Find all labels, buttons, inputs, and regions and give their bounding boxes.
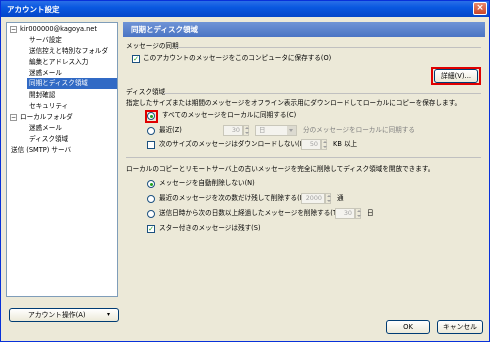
size-limit-label: 次のサイズのメッセージはダウンロードしない(M): — [159, 140, 311, 148]
delete-older-spinner-icon[interactable] — [355, 208, 361, 219]
tree-security[interactable]: セキュリティ — [29, 101, 68, 112]
tree-sync-disk[interactable]: 同期とディスク領域 — [27, 78, 117, 89]
cleanup-description: ローカルのコピーとリモートサーバ上の古いメッセージを完全に削除してディスク領域を… — [126, 165, 435, 173]
account-actions-button[interactable]: アカウント操作(A) ▾ — [9, 308, 119, 322]
tree-smtp[interactable]: 送信 (SMTP) サーバ — [11, 145, 71, 156]
account-actions-label: アカウント操作(A) — [28, 311, 86, 319]
tree-local-junk[interactable]: 迷惑メール — [29, 123, 62, 134]
sync-recent-suffix: 分のメッセージをローカルに同期する — [303, 126, 415, 134]
sync-all-label: すべてのメッセージをローカルに同期する(C) — [162, 111, 297, 119]
tree-copies-folders[interactable]: 送信控えと特別なフォルダ — [29, 46, 108, 57]
divider — [163, 93, 481, 94]
chevron-down-icon — [287, 126, 296, 135]
title-bar[interactable]: アカウント設定 × — [1, 1, 489, 17]
dont-delete-label: メッセージを自動削除しない(N) — [159, 179, 255, 187]
divider — [175, 47, 481, 48]
dont-delete-radio[interactable] — [147, 180, 155, 188]
keep-local-checkbox[interactable]: ✓ — [132, 55, 140, 63]
tree-local-disk[interactable]: ディスク領域 — [29, 134, 68, 145]
tree-account[interactable]: kir000000@kagoya.net — [20, 24, 97, 35]
details-button[interactable]: 詳細(V)... — [434, 69, 478, 83]
local-folders-collapse-icon[interactable]: − — [10, 114, 17, 121]
keep-starred-checkbox[interactable]: ✓ — [147, 225, 155, 233]
recent-unit-select[interactable]: 日 — [255, 125, 297, 136]
delete-older-label: 送信日時から次の日数以上経過したメッセージを削除する(T) — [159, 209, 340, 217]
delete-older-unit: 日 — [367, 209, 374, 217]
size-limit-checkbox[interactable] — [147, 141, 155, 149]
keep-local-label: このアカウントのメッセージをこのコンピュータに保存する(O) — [143, 54, 332, 62]
settings-pane: 同期とディスク領域 メッセージの同期 ✓ このアカウントのメッセージをこのコンピ… — [123, 22, 485, 297]
dropdown-arrow-icon: ▾ — [106, 311, 110, 318]
keep-recent-radio[interactable] — [147, 195, 155, 203]
keep-recent-unit: 通 — [337, 194, 344, 202]
recent-unit-value: 日 — [259, 126, 266, 134]
close-button[interactable]: × — [473, 2, 487, 15]
pane-header: 同期とディスク領域 — [123, 22, 485, 37]
disk-section-title: ディスク領域 — [126, 88, 166, 96]
cancel-button[interactable]: キャンセル — [437, 320, 483, 334]
size-value-field[interactable]: 50 — [301, 139, 321, 150]
sync-section-title: メッセージの同期 — [126, 42, 179, 50]
tree-composition[interactable]: 編集とアドレス入力 — [29, 57, 88, 68]
account-settings-window: アカウント設定 × − kir000000@kagoya.net サーバ設定 送… — [0, 0, 490, 342]
account-tree[interactable]: − kir000000@kagoya.net サーバ設定 送信控えと特別なフォル… — [6, 22, 118, 297]
account-collapse-icon[interactable]: − — [10, 26, 17, 33]
divider — [126, 157, 481, 158]
recent-spinner-icon[interactable] — [243, 125, 249, 136]
size-spinner-icon[interactable] — [321, 139, 327, 150]
keep-recent-spinner-icon[interactable] — [325, 193, 331, 204]
tree-server-settings[interactable]: サーバ設定 — [29, 35, 62, 46]
recent-value-field[interactable]: 30 — [223, 125, 243, 136]
keep-recent-field[interactable]: 2000 — [301, 193, 325, 204]
sync-recent-radio[interactable] — [147, 127, 155, 135]
window-title: アカウント設定 — [7, 5, 60, 14]
sync-all-radio[interactable] — [147, 112, 155, 120]
size-unit: KB 以上 — [333, 140, 358, 148]
sync-recent-label: 最近(Z) — [159, 126, 182, 134]
keep-starred-label: スター付きのメッセージは残す(S) — [159, 224, 261, 232]
ok-button[interactable]: OK — [386, 320, 430, 334]
tree-receipts[interactable]: 開封確認 — [29, 90, 55, 101]
keep-recent-label: 最近のメッセージを次の数だけ残して削除する(B) — [159, 194, 307, 202]
disk-description: 指定したサイズまたは期間のメッセージをオフライン表示用にダウンロードしてローカル… — [126, 99, 462, 107]
delete-older-radio[interactable] — [147, 210, 155, 218]
delete-older-field[interactable]: 30 — [335, 208, 355, 219]
tree-local-folders[interactable]: ローカルフォルダ — [20, 112, 73, 123]
